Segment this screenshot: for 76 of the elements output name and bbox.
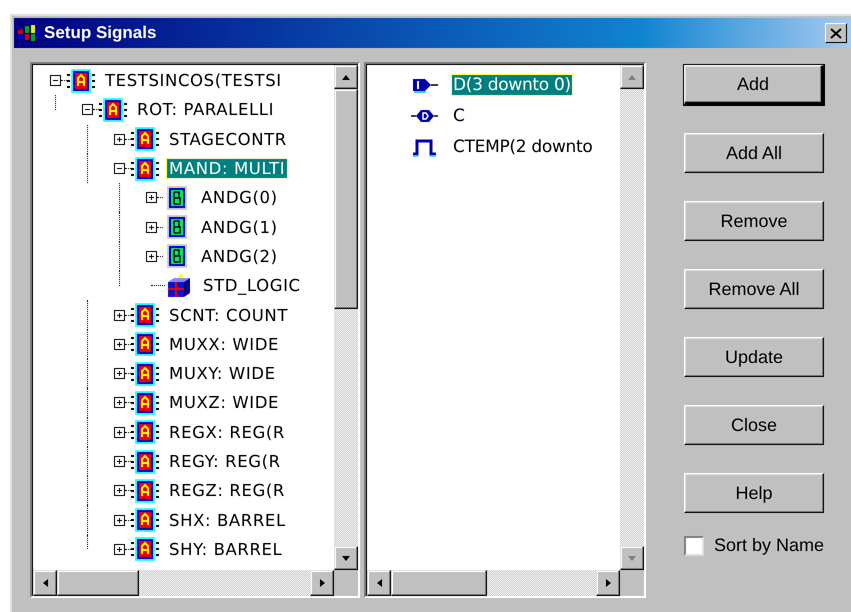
tree-item[interactable]: REGX: REG(R xyxy=(167,422,287,442)
expander-toggle[interactable] xyxy=(146,222,157,233)
expander-toggle[interactable] xyxy=(114,485,125,496)
expander-toggle[interactable] xyxy=(146,192,157,204)
waveform-icon xyxy=(411,136,439,156)
expander-toggle[interactable] xyxy=(114,514,125,526)
right-arrow-icon xyxy=(320,579,324,587)
window-title: Setup Signals xyxy=(44,23,156,43)
expander-toggle[interactable] xyxy=(114,397,125,408)
scroll-down-button[interactable] xyxy=(620,546,644,570)
dialog-button[interactable]: Remove All xyxy=(684,269,824,309)
scrollbar-corner xyxy=(620,570,644,596)
expander-toggle[interactable] xyxy=(114,338,125,350)
app-icon xyxy=(18,24,40,42)
close-button[interactable] xyxy=(825,23,847,43)
tree-item[interactable]: STAGECONTR xyxy=(167,130,289,149)
expander-toggle[interactable] xyxy=(146,250,157,262)
down-arrow-icon xyxy=(628,556,636,560)
gift-box-icon xyxy=(165,274,193,298)
dialog-button[interactable]: Close xyxy=(684,405,824,445)
scroll-down-button[interactable] xyxy=(334,546,358,570)
tree-item[interactable]: MUXX: WIDE xyxy=(167,334,282,354)
scroll-left-button[interactable] xyxy=(367,570,391,596)
scrollbar-corner xyxy=(334,570,358,596)
right-arrow-icon xyxy=(606,579,610,587)
tree-item[interactable]: TESTSINCOS(TESTSI xyxy=(103,71,284,90)
dialog-button[interactable]: Add xyxy=(684,65,824,105)
scroll-left-button[interactable] xyxy=(33,570,57,596)
signal-item[interactable]: C xyxy=(452,106,466,126)
vertical-scrollbar[interactable] xyxy=(620,65,644,570)
left-arrow-icon xyxy=(42,579,48,587)
checkbox[interactable] xyxy=(684,536,704,556)
expander-toggle[interactable] xyxy=(114,310,125,321)
scroll-thumb[interactable] xyxy=(57,570,139,596)
tree-item[interactable]: MUXZ: WIDE xyxy=(167,393,282,412)
tree-item[interactable]: MAND: MULTI xyxy=(167,159,288,178)
scroll-right-button[interactable] xyxy=(596,570,620,596)
scroll-thumb[interactable] xyxy=(334,89,358,309)
up-arrow-icon xyxy=(628,74,636,80)
tree-item[interactable]: SHX: BARREL xyxy=(167,510,288,530)
scroll-up-button[interactable] xyxy=(620,65,644,89)
tree-item[interactable]: ANDG(2) xyxy=(199,246,280,266)
vertical-scrollbar[interactable] xyxy=(334,65,358,570)
signal-item[interactable]: D(3 downto 0) xyxy=(452,74,572,94)
expander-toggle[interactable] xyxy=(50,75,61,86)
left-arrow-icon xyxy=(376,579,382,587)
tree-item[interactable]: ANDG(0) xyxy=(199,188,280,208)
tree-item[interactable]: REGZ: REG(R xyxy=(167,481,287,500)
tree-item[interactable]: MUXY: WIDE xyxy=(167,364,278,384)
expander-toggle[interactable] xyxy=(114,368,125,380)
signal-item[interactable]: CTEMP(2 downto xyxy=(452,136,594,156)
down-arrow-icon xyxy=(342,556,350,560)
scroll-up-button[interactable] xyxy=(334,65,358,89)
tree-item[interactable]: ANDG(1) xyxy=(199,218,280,237)
dialog-button[interactable]: Remove xyxy=(684,201,824,241)
dialog-button[interactable]: Add All xyxy=(684,133,824,173)
expander-toggle[interactable] xyxy=(114,163,125,174)
close-icon xyxy=(830,28,842,38)
dialog-button[interactable]: Help xyxy=(684,473,824,513)
scroll-thumb[interactable] xyxy=(391,570,487,596)
tree-item[interactable]: SCNT: COUNT xyxy=(167,306,290,325)
up-arrow-icon xyxy=(342,74,350,80)
tree-item[interactable]: SHY: BARREL xyxy=(167,540,284,559)
expander-toggle[interactable] xyxy=(114,134,125,145)
tree-item[interactable]: REGY: REG(R xyxy=(167,452,283,471)
expander-toggle[interactable] xyxy=(114,544,125,555)
expander-toggle[interactable] xyxy=(114,426,125,438)
dialog-button[interactable]: Update xyxy=(684,337,824,377)
expander-toggle[interactable] xyxy=(114,456,125,467)
checkbox-label[interactable]: Sort by Name xyxy=(714,535,824,556)
tree-item[interactable]: STD_LOGIC xyxy=(201,276,303,296)
horizontal-scrollbar[interactable] xyxy=(33,570,358,596)
horizontal-scrollbar[interactable] xyxy=(367,570,644,596)
scroll-right-button[interactable] xyxy=(310,570,334,596)
tree-item[interactable]: ROT: PARALELLI xyxy=(135,100,276,120)
expander-toggle[interactable] xyxy=(82,104,93,116)
